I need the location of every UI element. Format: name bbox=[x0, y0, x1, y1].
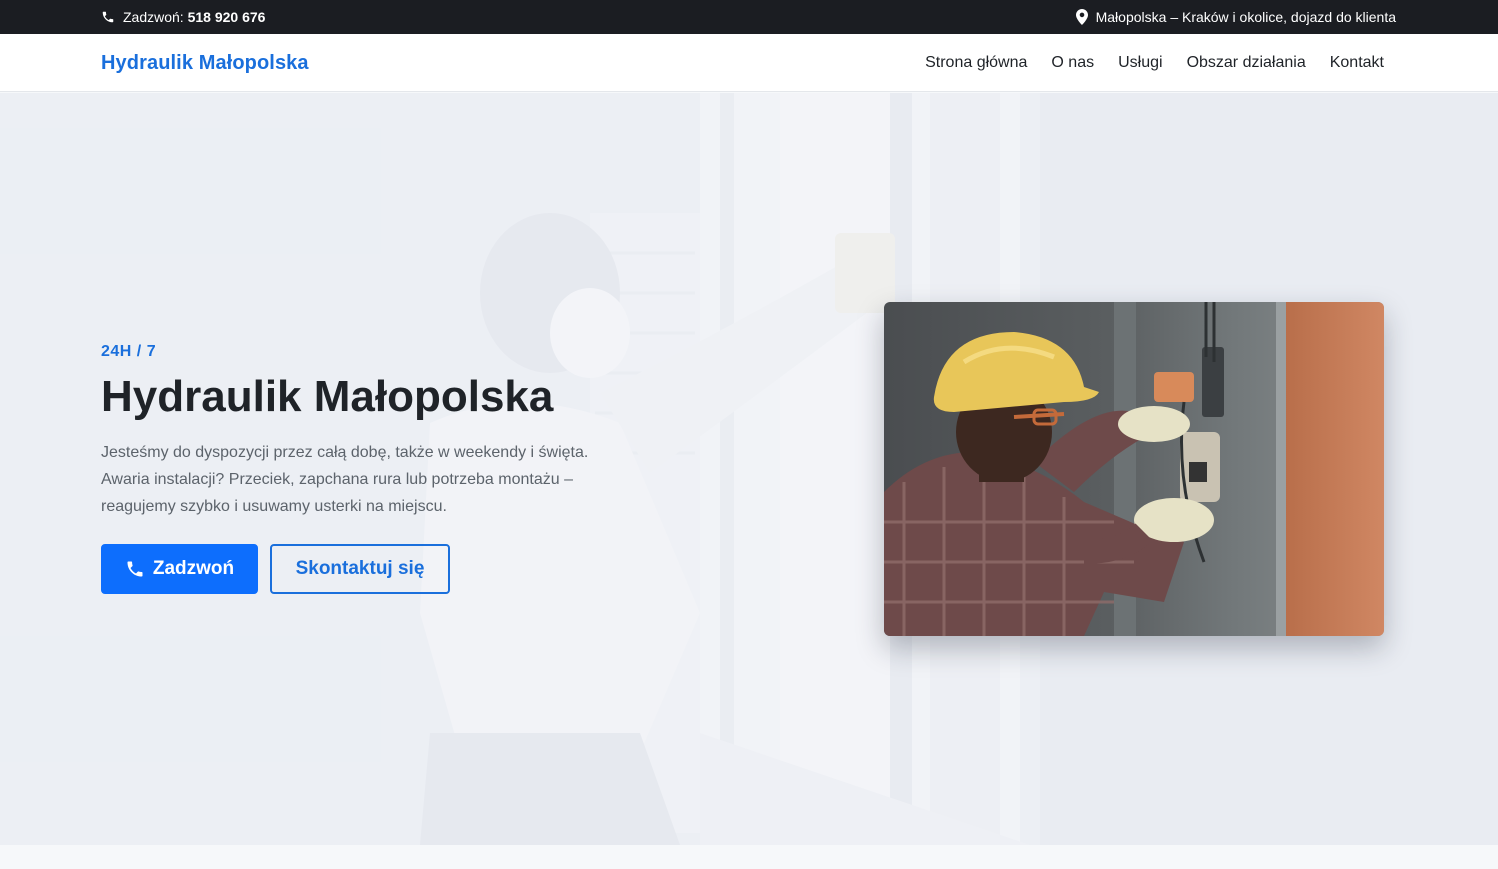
nav-link-services[interactable]: Usługi bbox=[1118, 54, 1162, 71]
nav-link-home[interactable]: Strona główna bbox=[925, 54, 1027, 71]
topbar-phone[interactable]: Zadzwoń: 518 920 676 bbox=[101, 0, 265, 34]
top-bar: Zadzwoń: 518 920 676 Małopolska – Kraków… bbox=[0, 0, 1498, 34]
brand-logo-link[interactable]: Hydraulik Małopolska bbox=[101, 34, 309, 92]
hero-section: 24H / 7 Hydraulik Małopolska Jesteśmy do… bbox=[0, 93, 1498, 845]
topbar-call-label: Zadzwoń: bbox=[123, 9, 184, 25]
hero-title: Hydraulik Małopolska bbox=[101, 372, 554, 421]
hero-description: Jesteśmy do dyspozycji przez całą dobę, … bbox=[101, 444, 589, 516]
hero-content: 24H / 7 Hydraulik Małopolska Jesteśmy do… bbox=[101, 343, 661, 595]
nav-link-contact[interactable]: Kontakt bbox=[1330, 54, 1384, 71]
next-section-edge bbox=[0, 845, 1498, 869]
topbar-phone-number[interactable]: 518 920 676 bbox=[188, 9, 266, 25]
nav-link-about[interactable]: O nas bbox=[1051, 54, 1094, 71]
main-navbar: Hydraulik Małopolska Strona główna O nas… bbox=[0, 34, 1498, 92]
call-button[interactable]: Zadzwoń bbox=[101, 544, 258, 595]
call-button-label: Zadzwoń bbox=[152, 558, 235, 580]
nav-menu: Strona główna O nas Usługi Obszar działa… bbox=[925, 34, 1384, 92]
phone-icon bbox=[125, 559, 145, 579]
hero-buttons: Zadzwoń Skontaktuj się bbox=[101, 544, 661, 595]
map-pin-icon bbox=[1075, 9, 1088, 25]
nav-link-service-area[interactable]: Obszar działania bbox=[1187, 54, 1306, 71]
hero-eyebrow: 24H / 7 bbox=[101, 343, 157, 360]
topbar-location-text: Małopolska – Kraków i okolice, dojazd do… bbox=[1095, 9, 1396, 25]
hero-photo bbox=[884, 302, 1384, 636]
worker-photo-image bbox=[884, 302, 1384, 636]
topbar-location: Małopolska – Kraków i okolice, dojazd do… bbox=[1075, 0, 1396, 34]
contact-button[interactable]: Skontaktuj się bbox=[270, 544, 450, 595]
phone-icon bbox=[101, 10, 115, 24]
